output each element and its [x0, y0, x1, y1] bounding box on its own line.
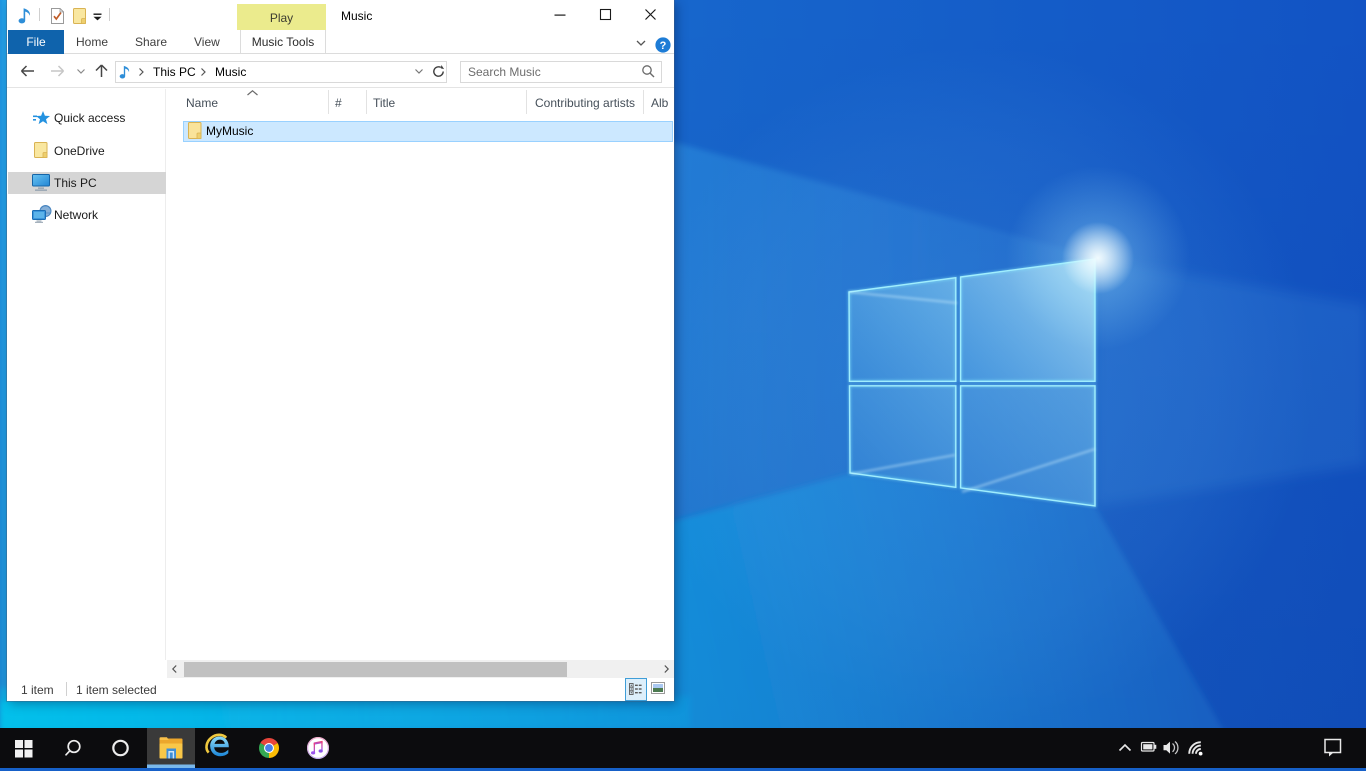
- svg-text:?: ?: [660, 40, 667, 52]
